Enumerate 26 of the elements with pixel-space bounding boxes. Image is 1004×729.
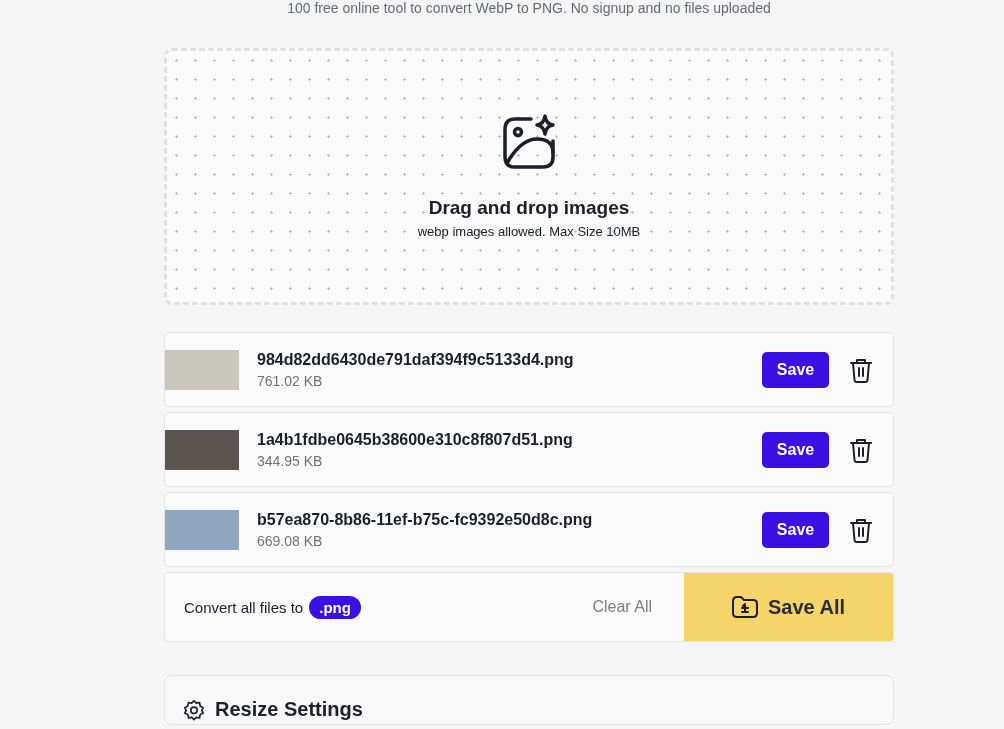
trash-icon [849, 356, 873, 383]
folder-icon [731, 596, 758, 618]
format-pill[interactable]: .png [309, 595, 361, 619]
convert-label: Convert all files to [184, 598, 304, 616]
file-size: 344.95 KB [257, 452, 324, 469]
save-all-button[interactable]: Save All [684, 573, 893, 641]
settings-icon [183, 698, 205, 721]
tagline-text: 100 free online tool to convert WebP to PNG. No signup and no files uploaded [286, 0, 772, 17]
delete-button[interactable] [849, 516, 873, 543]
settings-title: Resize Settings [215, 698, 363, 721]
delete-button[interactable] [849, 436, 873, 463]
file-name: 1a4b1fdbe0645b38600e310c8f807d51.png [257, 430, 574, 449]
trash-icon [849, 516, 873, 543]
drop-title: Drag and drop images [428, 197, 630, 219]
save-button[interactable]: Save [762, 511, 829, 548]
file-name: 984d82dd6430de791daf394f9c5133d4.png [257, 350, 575, 369]
trash-icon [849, 436, 873, 463]
save-button[interactable]: Save [762, 351, 829, 388]
file-size: 761.02 KB [257, 372, 324, 389]
delete-button[interactable] [849, 356, 873, 383]
drop-hint: webp images allowed. Max Size 10MB [417, 224, 641, 239]
save-button[interactable]: Save [762, 431, 829, 468]
clear-all-button[interactable]: Clear All [586, 597, 658, 617]
file-name: b57ea870-8b86-11ef-b75c-fc9392e50d8c.png [257, 510, 594, 529]
file-size: 669.08 KB [257, 532, 324, 549]
drop-zone[interactable]: Drag and drop images webp images allowed. Max Size 10MB [164, 48, 894, 305]
